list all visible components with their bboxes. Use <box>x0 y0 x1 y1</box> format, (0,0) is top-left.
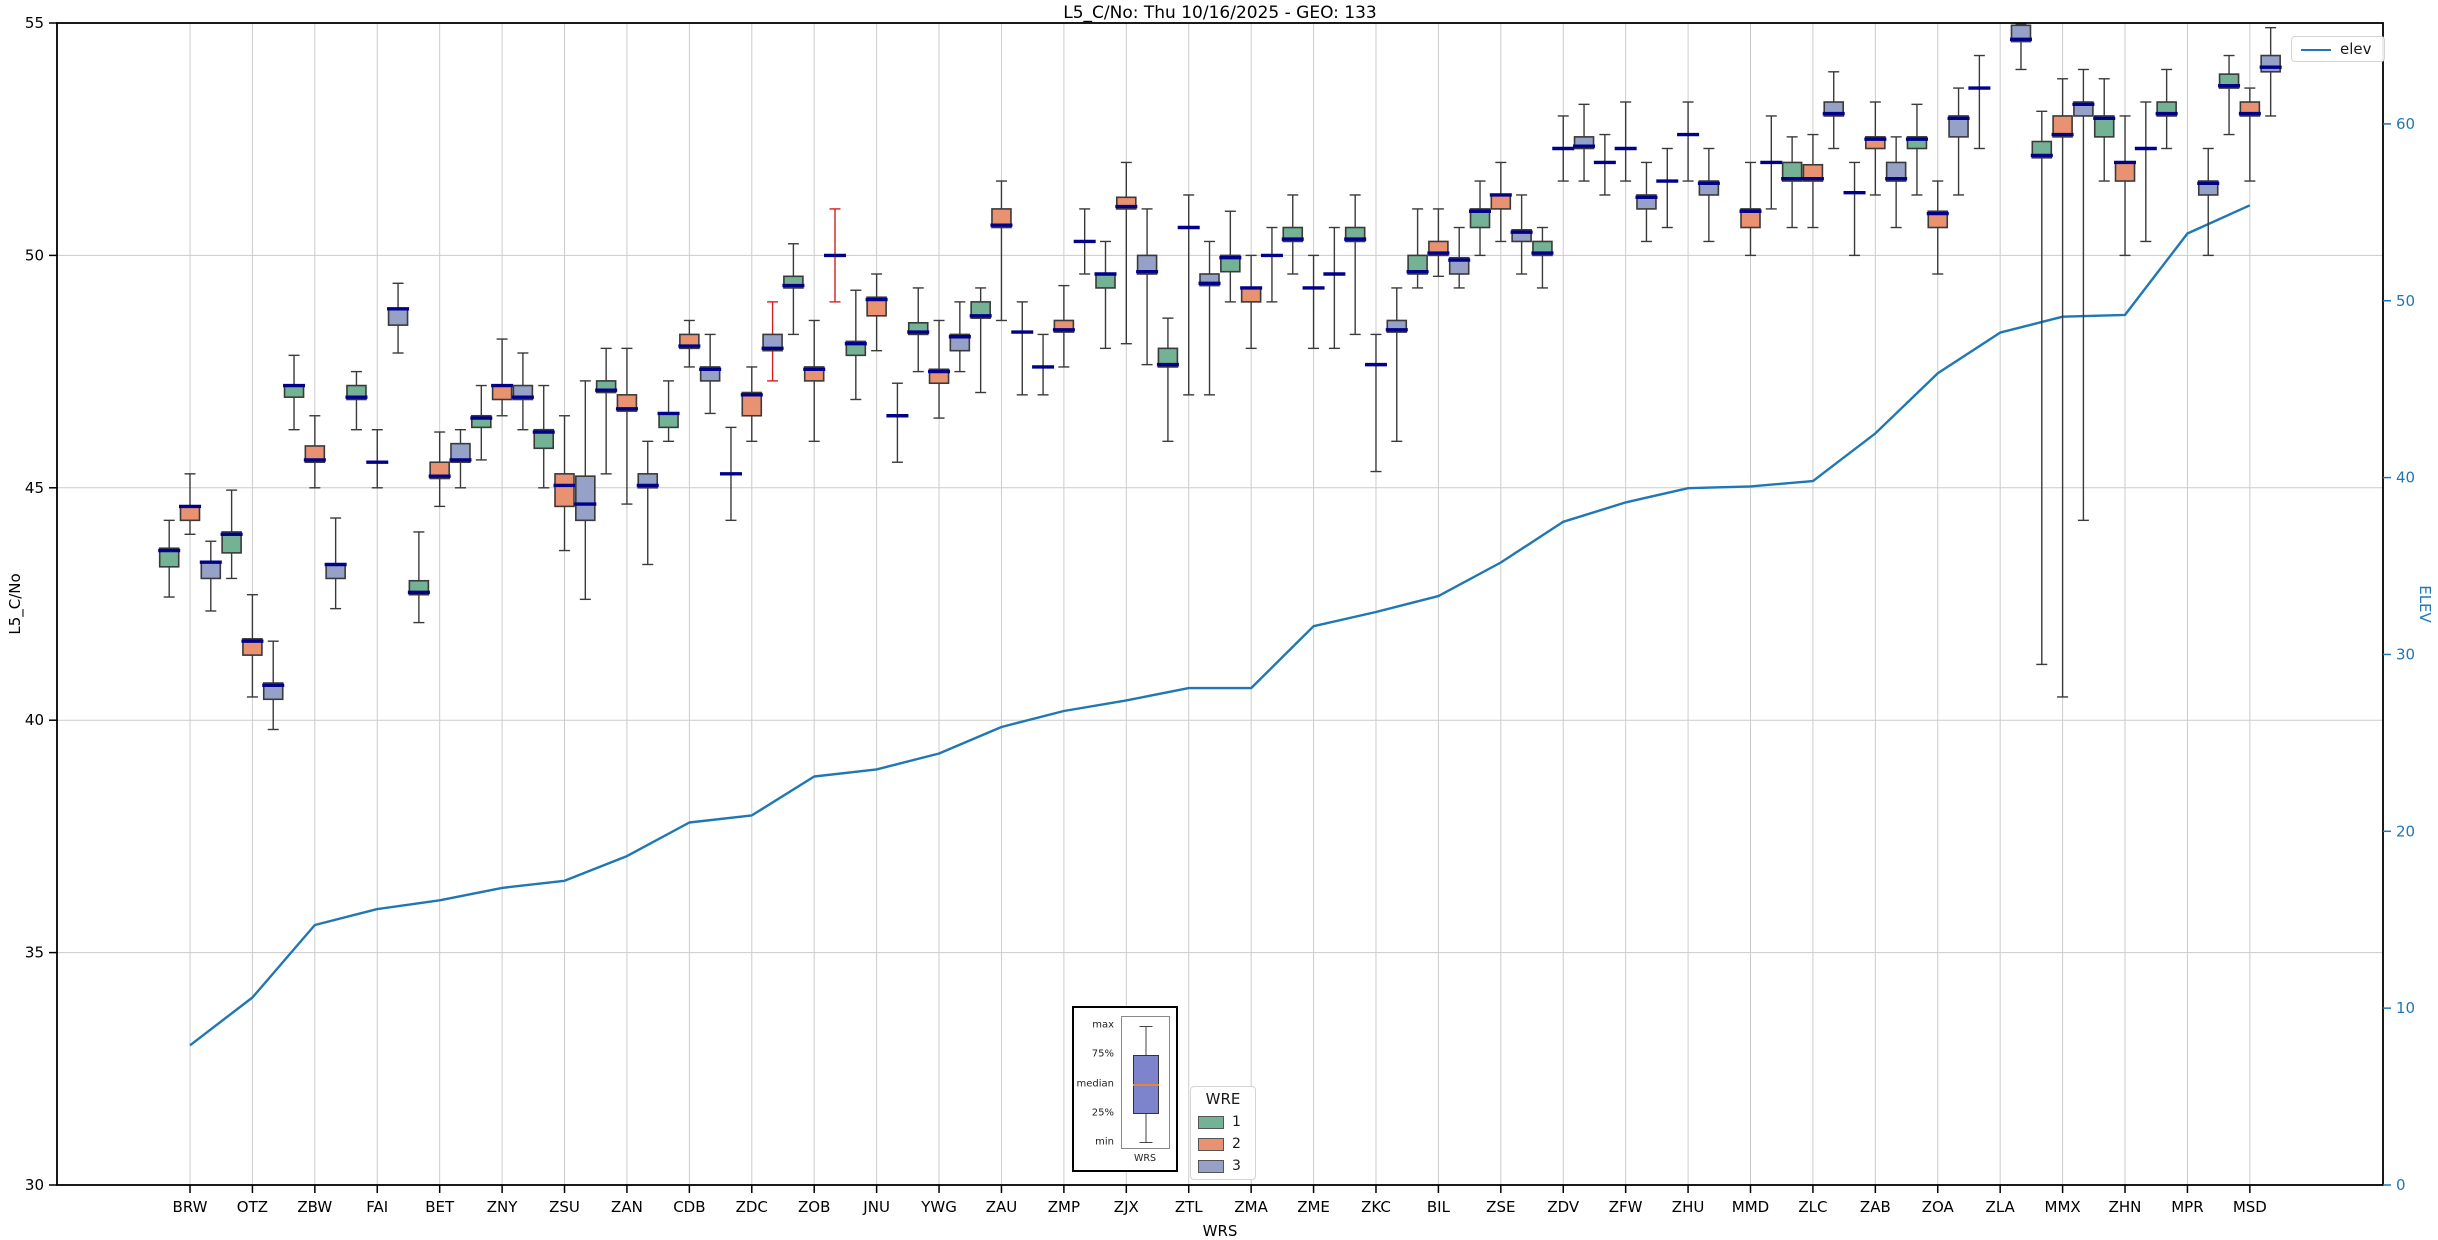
inset-mini-axes <box>1121 1016 1170 1149</box>
page-title: L5_C/No: Thu 10/16/2025 - GEO: 133 <box>1063 3 1377 23</box>
x-tick-label-ZOB: ZOB <box>798 1198 830 1216</box>
x-tick-label-ZOA: ZOA <box>1922 1198 1955 1216</box>
x-tick-label-MSD: MSD <box>2233 1198 2267 1216</box>
left-tick-label-50: 50 <box>25 246 44 264</box>
x-tick-label-BET: BET <box>425 1198 455 1216</box>
x-tick-label-ZHN: ZHN <box>2109 1198 2142 1216</box>
wre-legend-label: 2 <box>1232 1136 1241 1152</box>
x-tick-label-ZLA: ZLA <box>1986 1198 2016 1216</box>
x-tick-label-MMX: MMX <box>2045 1198 2081 1216</box>
wre-legend-title: WRE <box>1205 1090 1241 1108</box>
x-tick-label-ZMA: ZMA <box>1234 1198 1268 1216</box>
x-tick-label-BRW: BRW <box>173 1198 208 1216</box>
inset-max-cap <box>1139 1026 1152 1027</box>
x-tick-label-ZBW: ZBW <box>297 1198 332 1216</box>
wre-legend-label: 3 <box>1232 1158 1241 1174</box>
box-ZHN-wre2-iqr <box>2114 161 2136 182</box>
x-tick-label-ZSU: ZSU <box>549 1198 580 1216</box>
inset-label-25: 25% <box>1091 1107 1114 1119</box>
boxplot-anatomy-inset: max 75% median 25% min WRS <box>1072 1006 1178 1172</box>
box-ZSE-wre2-iqr <box>1490 194 1512 210</box>
wre1-swatch-icon <box>1198 1116 1224 1129</box>
inset-xlabel: WRS <box>1133 1153 1157 1164</box>
elev-legend-label: elev <box>2340 40 2372 58</box>
box-ZSU-wre3-iqr <box>575 475 596 522</box>
y-axis-title-right: ELEV <box>2416 585 2434 623</box>
right-tick-label-60: 60 <box>2396 115 2415 133</box>
wre-legend-item-2: 2 <box>1191 1136 1255 1153</box>
left-tick-label-40: 40 <box>25 711 44 729</box>
x-tick-label-CDB: CDB <box>673 1198 705 1216</box>
left-tick-label-30: 30 <box>25 1176 44 1194</box>
wre3-swatch-icon <box>1198 1160 1224 1173</box>
wre-legend-label: 1 <box>1232 1114 1241 1130</box>
right-tick-label-40: 40 <box>2396 469 2415 487</box>
wre-legend: WRE 1 2 3 <box>1190 1086 1256 1180</box>
left-tick-label-45: 45 <box>25 479 44 497</box>
x-tick-label-ZJX: ZJX <box>1114 1198 1139 1216</box>
box-BRW-wre3-iqr <box>200 561 222 580</box>
x-tick-label-ZME: ZME <box>1297 1198 1330 1216</box>
box-ZMA-wre2-iqr <box>1240 287 1262 303</box>
left-tick-label-55: 55 <box>25 14 44 32</box>
x-tick-label-ZMP: ZMP <box>1048 1198 1080 1216</box>
right-tick-label-10: 10 <box>2396 999 2415 1017</box>
x-tick-label-FAI: FAI <box>366 1198 388 1216</box>
x-tick-label-ZAN: ZAN <box>611 1198 643 1216</box>
inset-label-max: max <box>1092 1019 1114 1031</box>
x-tick-label-ZFW: ZFW <box>1609 1198 1643 1216</box>
inset-label-min: min <box>1095 1136 1114 1148</box>
left-tick-label-35: 35 <box>25 944 44 962</box>
x-tick-label-MMD: MMD <box>1732 1198 1769 1216</box>
box-ZSU-wre2-iqr <box>554 473 575 508</box>
x-tick-label-ZNY: ZNY <box>487 1198 518 1216</box>
box-ZBW-wre1-iqr <box>283 384 305 398</box>
inset-label-75: 75% <box>1091 1048 1114 1060</box>
box-MSD-wre3-iqr <box>2260 54 2281 73</box>
figure: 30 35 40 45 50 55 0 10 20 30 40 50 60 BRW OTZ ZBW FAI BET… <box>0 0 2438 1240</box>
plot-border <box>56 22 2384 1186</box>
x-tick-label-OTZ: OTZ <box>237 1198 268 1216</box>
x-tick-label-ZKC: ZKC <box>1361 1198 1391 1216</box>
wre-legend-item-3: 3 <box>1191 1158 1255 1175</box>
x-tick-label-ZHU: ZHU <box>1672 1198 1705 1216</box>
boxplot-chart-canvas: 30 35 40 45 50 55 0 10 20 30 40 50 60 BRW OTZ ZBW FAI BET… <box>25 14 2415 1216</box>
wre2-swatch-icon <box>1198 1138 1224 1151</box>
right-tick-label-30: 30 <box>2396 645 2415 663</box>
x-axis-title: WRS <box>1202 1222 1238 1240</box>
box-FAI-wre3-iqr <box>387 308 409 326</box>
right-tick-label-20: 20 <box>2396 822 2415 840</box>
box-BRW-wre2-iqr <box>179 505 201 522</box>
x-tick-label-MPR: MPR <box>2171 1198 2203 1216</box>
x-tick-label-ZTL: ZTL <box>1175 1198 1203 1216</box>
x-tick-label-ZSE: ZSE <box>1486 1198 1515 1216</box>
elev-line-swatch-icon <box>2301 49 2331 51</box>
box-ZNY-wre2-iqr <box>491 384 513 401</box>
inset-upper-whisker <box>1145 1026 1146 1055</box>
x-tick-label-YWG: YWG <box>920 1198 957 1216</box>
x-tick-label-BIL: BIL <box>1427 1198 1451 1216</box>
box-CDB-wre1-iqr <box>658 412 679 429</box>
right-tick-label-0: 0 <box>2396 1176 2406 1194</box>
right-tick-label-50: 50 <box>2396 292 2415 310</box>
y-axis-title-left: L5_C/No <box>6 573 24 635</box>
x-tick-label-ZDC: ZDC <box>736 1198 768 1216</box>
box-ZJX-wre1-iqr <box>1095 273 1116 289</box>
x-tick-label-ZAU: ZAU <box>986 1198 1018 1216</box>
x-tick-label-JNU: JNU <box>862 1198 890 1216</box>
inset-min-cap <box>1139 1142 1152 1143</box>
x-tick-label-ZAB: ZAB <box>1860 1198 1891 1216</box>
x-tick-label-ZLC: ZLC <box>1798 1198 1827 1216</box>
box-ZBW-wre3-iqr <box>325 563 346 580</box>
elev-line <box>189 204 2251 1047</box>
inset-lower-whisker <box>1145 1113 1146 1142</box>
inset-median-line <box>1132 1084 1159 1086</box>
wre-legend-item-1: 1 <box>1191 1114 1255 1131</box>
x-tick-label-ZDV: ZDV <box>1547 1198 1580 1216</box>
inset-label-median: median <box>1076 1078 1115 1090</box>
elev-legend: elev <box>2291 36 2385 62</box>
